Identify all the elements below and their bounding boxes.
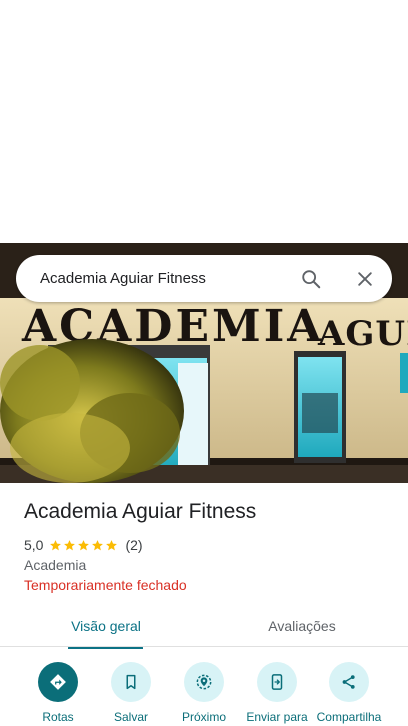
directions-icon xyxy=(38,662,78,702)
star-icon xyxy=(78,539,90,550)
star-icon xyxy=(50,539,62,550)
share-icon xyxy=(329,662,369,702)
open-status: Temporariamente fechado xyxy=(24,577,187,593)
divider xyxy=(0,646,408,647)
tab-reviews[interactable]: Avaliações xyxy=(244,604,360,647)
star-icon xyxy=(64,539,76,550)
directions-label: Rotas xyxy=(42,710,74,724)
share-label: Compartilha xyxy=(316,710,382,724)
send-to-phone-label: Enviar para xyxy=(246,710,308,724)
search-input[interactable]: Academia Aguiar Fitness xyxy=(40,270,296,287)
sign-text-right: AGUIAR xyxy=(317,314,408,354)
bookmark-icon xyxy=(111,662,151,702)
review-count: (2) xyxy=(125,537,143,553)
send-to-phone-icon xyxy=(257,662,297,702)
tab-bar: Visão geral Avaliações xyxy=(0,604,408,649)
save-label: Salvar xyxy=(113,710,148,724)
directions-button[interactable]: Rotas xyxy=(19,662,97,724)
nearby-icon xyxy=(184,662,224,702)
save-button[interactable]: Salvar xyxy=(92,662,170,724)
rating-row[interactable]: 5,0 (2) xyxy=(24,536,143,554)
star-icon xyxy=(92,539,104,550)
star-icon xyxy=(106,539,118,550)
map-area-blank xyxy=(0,0,408,243)
search-icon[interactable] xyxy=(296,264,326,294)
tab-overview[interactable]: Visão geral xyxy=(48,604,164,647)
share-button[interactable]: Compartilha xyxy=(310,662,388,724)
rating-value: 5,0 xyxy=(24,537,44,553)
nearby-label: Próximo xyxy=(181,710,226,724)
send-to-phone-button[interactable]: Enviar para xyxy=(238,662,316,724)
place-category: Academia xyxy=(24,557,87,573)
place-title: Academia Aguiar Fitness xyxy=(24,500,257,523)
close-icon[interactable] xyxy=(350,264,380,294)
search-bar[interactable]: Academia Aguiar Fitness xyxy=(16,255,392,302)
nearby-button[interactable]: Próximo xyxy=(165,662,243,724)
rating-stars xyxy=(49,539,119,552)
